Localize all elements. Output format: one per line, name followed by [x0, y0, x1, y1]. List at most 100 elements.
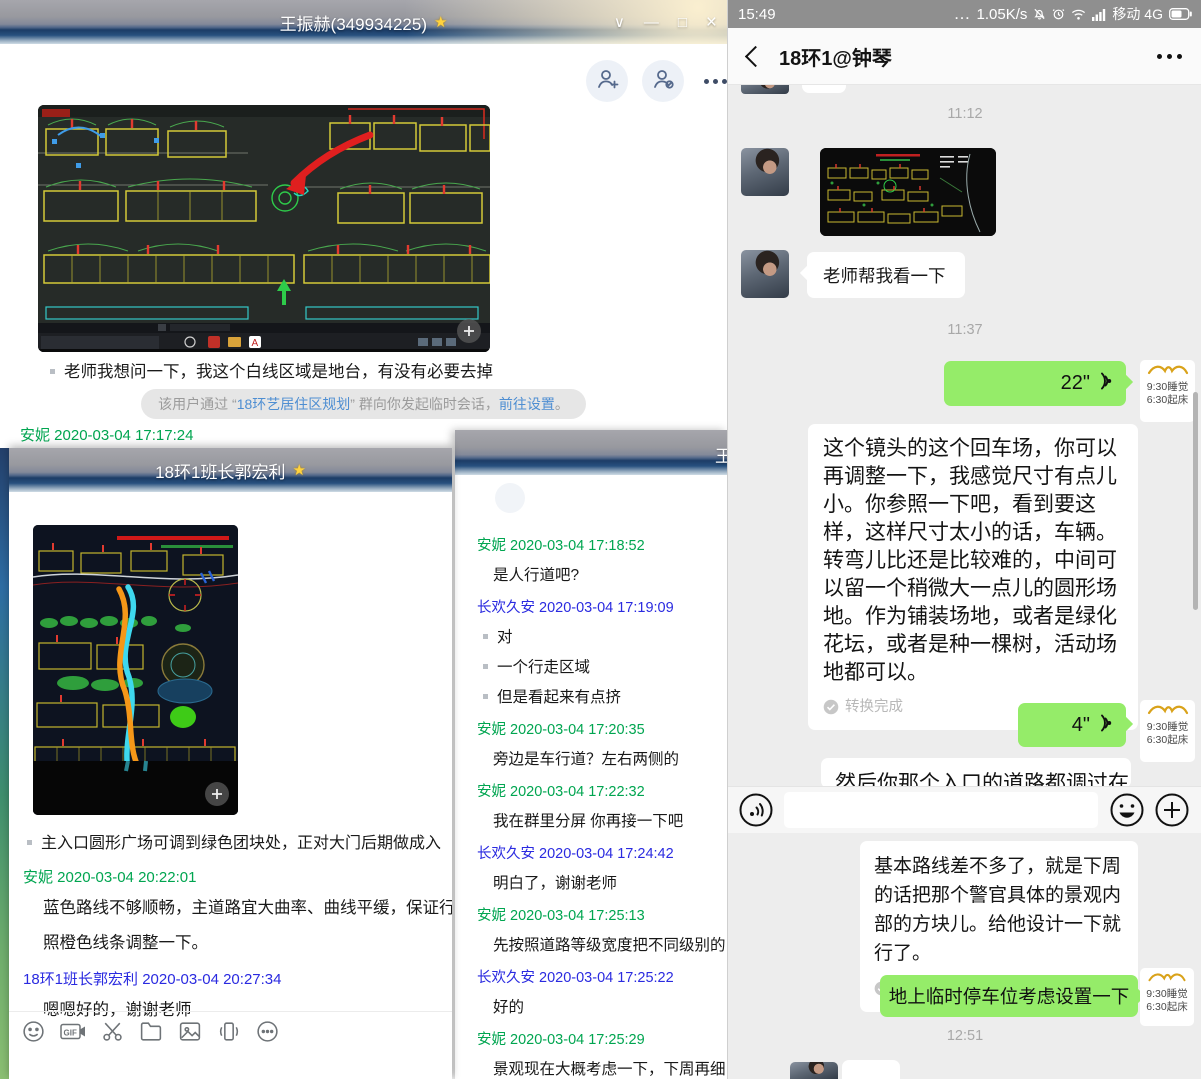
gif-button[interactable]: GIF — [59, 1019, 87, 1044]
transcript-text: 这个镜头的这个回车场，你可以再调整一下，我感觉尺寸有点儿小。你参照一下吧，看到要… — [823, 435, 1123, 687]
avatar-text-line2: 6:30起床 — [1140, 394, 1195, 407]
image-zoom-plus-button[interactable] — [205, 782, 229, 806]
wechat-navbar: 18环1@钟琴 — [728, 28, 1201, 85]
qq2-input-toolbar: GIF — [21, 1019, 280, 1044]
qq2-message-list: 主入口圆形广场可调到绿色团块处，正对大门后期做成入 安妮 2020-03-04 … — [9, 827, 452, 1022]
timestamp: 11:37 — [728, 322, 1201, 338]
image-zoom-plus-button[interactable] — [457, 319, 481, 343]
qq-window-wangzhenhe: 王振赫(349934225) ★ ∨ — □ × — [0, 0, 727, 448]
signal-bars-icon — [1092, 8, 1106, 21]
own-avatar-card[interactable]: 9:30睡觉 6:30起床 — [1140, 360, 1195, 422]
chat-more-icon[interactable] — [1157, 54, 1182, 59]
occluded-message-text: 然后你那个入口的道路都调过在 — [821, 758, 1131, 788]
qq2-window-title: 18环1班长郭宏利 — [155, 458, 285, 483]
chat-message: 我在群里分屏 你再接一下吧 — [493, 809, 727, 831]
contact-avatar[interactable] — [741, 250, 789, 298]
scrollbar-thumb[interactable] — [1193, 392, 1198, 610]
qq1-titlebar[interactable]: 王振赫(349934225) ★ ∨ — □ × — [0, 0, 727, 44]
emoji-button[interactable] — [21, 1019, 46, 1044]
chat-message: 一个行走区域 — [483, 655, 727, 677]
window-shake-button[interactable] — [216, 1019, 242, 1044]
qq3-titlebar[interactable]: 王 — [455, 430, 727, 475]
sender-timestamp: 长欢久安 2020-03-04 17:25:22 — [477, 966, 727, 987]
temp-session-notice: 该用户通过 “18环艺居住区规划” 群向你发起临时会话，前往设置。 — [0, 389, 727, 419]
plus-icon — [463, 325, 475, 337]
chat-message: 但是看起来有点挤 — [483, 685, 727, 707]
qq1-sender-timestamp: 安妮 2020-03-04 17:17:24 — [20, 424, 193, 445]
close-button[interactable]: × — [706, 13, 717, 32]
avatar-partial — [790, 1062, 838, 1079]
sender-timestamp: 安妮 2020-03-04 17:22:32 — [477, 780, 727, 801]
screen: 王振赫(349934225) ★ ∨ — □ × — [0, 0, 1201, 1079]
maximize-button[interactable]: □ — [678, 15, 687, 30]
plus-circle-icon — [1155, 793, 1189, 827]
occluded-message-bubble: 然后你那个入口的道路都调过在 — [821, 758, 1131, 788]
own-avatar-card[interactable]: 9:30睡觉 6:30起床 — [1140, 968, 1194, 1026]
chat-message: 是人行道吧? — [493, 563, 727, 585]
emoji-button[interactable] — [1109, 792, 1145, 828]
chat-message: 主入口圆形广场可调到绿色团块处，正对大门后期做成入 — [27, 833, 452, 854]
chat-message: 景观现在大概考虑一下，下周再细 — [493, 1057, 727, 1079]
chat-message: 照橙色线条调整一下。 — [43, 931, 452, 955]
site-plan-drawing — [33, 525, 238, 815]
cad-thumbnail-drawing — [820, 148, 996, 236]
contact-avatar[interactable] — [741, 148, 789, 196]
sent-voice-message[interactable]: 4" — [1018, 703, 1126, 747]
convert-done-label: 转换完成 — [845, 693, 903, 721]
voice-duration: 4" — [1072, 714, 1090, 737]
voice-input-button[interactable] — [738, 792, 774, 828]
smiley-icon — [1110, 793, 1144, 827]
transcript-text: 基本路线差不多了，就是下周的话把那个警官具体的景观内部的方块儿。给他设计一下就行… — [874, 852, 1124, 968]
message-bubble-partial — [842, 1060, 900, 1079]
more-tools-button[interactable] — [255, 1019, 280, 1044]
send-image-button[interactable] — [177, 1019, 203, 1044]
more-attach-button[interactable] — [1154, 792, 1190, 828]
add-friend-button[interactable] — [586, 60, 628, 102]
sender-timestamp: 安妮 2020-03-04 17:20:35 — [477, 718, 727, 739]
desktop-wallpaper-strip — [0, 448, 9, 1079]
check-circle-icon — [823, 699, 839, 715]
sent-text-bubble: 地上临时停车位考虑设置一下 — [880, 975, 1138, 1017]
cad-plan-photo[interactable]: A — [38, 105, 490, 352]
sender-timestamp: 安妮 2020-03-04 20:22:01 — [23, 866, 452, 887]
voice-duration: 22" — [1061, 372, 1090, 395]
notice-text: 该用户通过 “ — [158, 396, 237, 412]
site-plan-photo[interactable] — [33, 525, 238, 815]
qq-window-middle-chatlog: 王 安妮 2020-03-04 17:18:52 是人行道吧? 长欢久安 202… — [455, 430, 727, 1079]
profile-button[interactable] — [642, 60, 684, 102]
sender-timestamp: 安妮 2020-03-04 17:25:13 — [477, 904, 727, 925]
svg-text:GIF: GIF — [64, 1029, 77, 1038]
message-input[interactable] — [784, 792, 1098, 828]
fold-window-button[interactable]: ∨ — [614, 15, 625, 30]
avatar-text-line2: 6:30起床 — [1140, 734, 1195, 747]
minimize-button[interactable]: — — [644, 15, 659, 30]
goto-settings-link[interactable]: 前往设置 — [499, 396, 555, 412]
vip-star-icon: ★ — [292, 461, 305, 479]
qq3-toolbar-button-partial[interactable] — [495, 483, 525, 513]
sender-timestamp: 安妮 2020-03-04 17:25:29 — [477, 1028, 727, 1049]
group-name-link[interactable]: 18环艺居住区规划 — [237, 396, 351, 412]
qq2-titlebar[interactable]: 18环1班长郭宏利 ★ — [9, 448, 452, 492]
voice-input-icon — [739, 793, 773, 827]
mute-bell-icon — [1033, 7, 1046, 21]
cad-image-message[interactable] — [820, 148, 996, 236]
own-avatar-card[interactable]: 9:30睡觉 6:30起床 — [1140, 700, 1195, 762]
file-folder-button[interactable] — [138, 1019, 164, 1044]
sent-voice-message[interactable]: 22" — [944, 361, 1126, 406]
qq3-message-list: 安妮 2020-03-04 17:18:52 是人行道吧? 长欢久安 2020-… — [455, 475, 727, 1079]
chat-message: 明白了，谢谢老师 — [493, 871, 727, 893]
cad-plan-drawing: A — [38, 105, 490, 352]
screenshot-scissors-button[interactable] — [100, 1019, 125, 1044]
received-text-bubble: 老师帮我看一下 — [807, 252, 965, 298]
chat-message: 旁边是车行道？左右两侧的 — [493, 747, 727, 769]
voice-transcript-bubble: 这个镜头的这个回车场，你可以再调整一下，我感觉尺寸有点儿小。你参照一下吧，看到要… — [808, 424, 1138, 730]
clock-time: 15:49 — [738, 6, 776, 23]
chat-message: 好的 — [493, 995, 727, 1017]
more-actions-icon[interactable] — [704, 79, 727, 84]
back-icon[interactable] — [745, 45, 766, 66]
network-speed: 1.05K/s — [977, 6, 1028, 23]
android-statusbar: 15:49 … 1.05K/s 移动 4G — [728, 0, 1201, 28]
sender-timestamp: 长欢久安 2020-03-04 17:24:42 — [477, 842, 727, 863]
person-add-icon — [595, 67, 619, 96]
gold-scroll-icon — [1146, 363, 1190, 376]
